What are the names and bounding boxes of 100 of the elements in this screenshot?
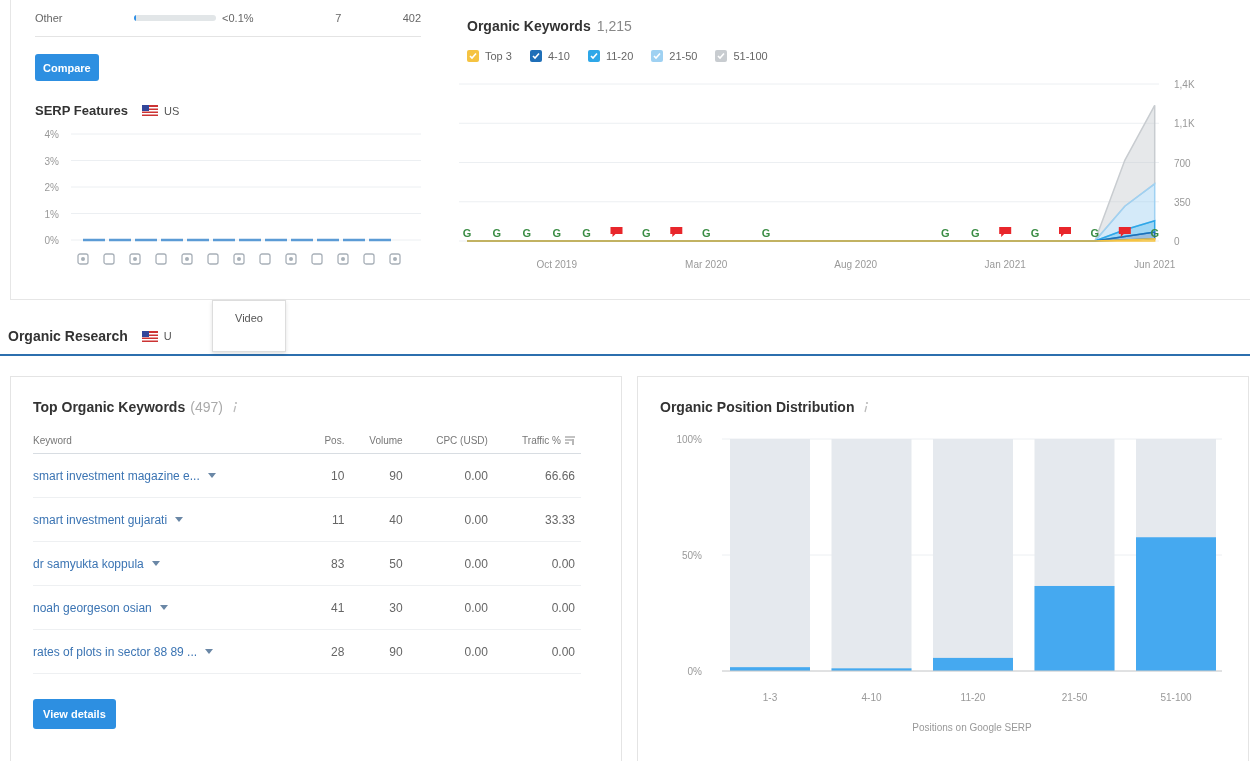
table-cell: 83 — [312, 541, 351, 586]
axis-label: 11-20 — [960, 692, 986, 703]
caret-icon[interactable] — [205, 649, 214, 654]
google-marker[interactable]: G — [492, 227, 502, 239]
note-icon[interactable] — [610, 227, 623, 237]
axis-label: 100% — [676, 434, 702, 445]
note-icon[interactable] — [670, 227, 683, 237]
note-icon[interactable] — [1118, 227, 1131, 237]
axis-label: 4-10 — [861, 692, 882, 703]
google-marker[interactable]: G — [941, 227, 950, 239]
card-title: Organic Position Distribution — [660, 399, 855, 415]
flag-icon — [141, 105, 158, 116]
google-marker[interactable]: G — [462, 227, 472, 239]
google-marker[interactable]: G — [582, 227, 591, 239]
keyword-link[interactable]: smart investment magazine e... — [33, 468, 200, 483]
axis-label: Mar 2020 — [685, 259, 728, 270]
google-marker[interactable]: G — [642, 227, 651, 239]
caret-icon[interactable] — [207, 473, 216, 478]
keyword-link[interactable]: dr samyukta koppula — [33, 556, 144, 571]
axis-label: Jun 2021 — [1134, 259, 1176, 270]
section-title: SERP Features — [35, 103, 128, 118]
google-marker[interactable]: G — [701, 227, 711, 239]
google-marker[interactable]: G — [1090, 227, 1100, 239]
count-value: 7 — [334, 12, 342, 24]
table-cell: 0.00 — [408, 497, 494, 542]
table-cell: 90 — [350, 629, 409, 674]
legend-checkbox[interactable] — [651, 50, 664, 62]
axis-label: 51-100 — [1160, 692, 1192, 703]
legend-label: Top 3 — [485, 50, 512, 62]
caret-icon[interactable] — [159, 605, 168, 610]
legend-checkbox[interactable] — [715, 50, 728, 62]
keyword-count: (497) — [190, 399, 223, 415]
axis-label: 0 — [1174, 236, 1180, 247]
column-header[interactable]: CPC (USD) — [436, 434, 488, 446]
axis-label: 50% — [682, 550, 702, 561]
keyword-link[interactable]: smart investment gujarati — [33, 512, 168, 527]
table-cell: 41 — [312, 585, 351, 630]
google-marker[interactable]: G — [552, 227, 561, 239]
table-cell: 0.00 — [493, 585, 581, 630]
legend-checkbox[interactable] — [587, 50, 600, 62]
google-marker[interactable]: G — [971, 227, 980, 239]
view-details-button[interactable]: View details — [33, 699, 116, 729]
legend-label: 4-10 — [547, 50, 570, 62]
axis-label: 1% — [44, 208, 59, 220]
google-marker[interactable]: G — [522, 227, 532, 239]
axis-label: 1,4K — [1174, 79, 1195, 90]
axis-label: 0% — [44, 235, 59, 246]
legend-label: 11-20 — [605, 50, 634, 62]
table-cell: 30 — [350, 585, 409, 630]
caret-icon[interactable] — [151, 561, 160, 566]
table-cell: 10 — [312, 453, 351, 498]
table-cell: 0.00 — [408, 585, 494, 630]
google-marker[interactable]: G — [1030, 227, 1040, 239]
sort-icon[interactable] — [565, 435, 575, 445]
table-cell: 0.00 — [408, 629, 494, 674]
table-cell: 66.66 — [493, 453, 581, 498]
compare-button[interactable]: Compare — [35, 54, 99, 81]
chart-title: Organic Keywords — [467, 18, 591, 34]
note-icon[interactable] — [1059, 227, 1071, 237]
section-title: Organic Research — [8, 328, 128, 344]
column-header[interactable]: Keyword — [33, 434, 72, 446]
axis-label: 1-3 — [762, 692, 778, 703]
table-cell: 28 — [312, 629, 351, 674]
column-header[interactable]: Pos. — [324, 434, 345, 446]
note-icon[interactable] — [999, 227, 1012, 237]
keyword-link[interactable]: rates of plots in sector 88 89 ... — [33, 644, 198, 659]
column-header[interactable]: Traffic % — [522, 434, 561, 446]
column-header[interactable]: Volume — [369, 434, 403, 446]
country-code: US — [163, 104, 180, 117]
info-icon[interactable] — [863, 401, 870, 413]
axis-label: 700 — [1174, 157, 1191, 169]
axis-label: 0% — [687, 666, 702, 677]
axis-label: Jan 2021 — [984, 259, 1026, 270]
legend-checkbox[interactable] — [529, 50, 542, 62]
keyword-link[interactable]: noah georgeson osian — [33, 600, 152, 615]
table-cell: 33.33 — [493, 497, 581, 542]
table-cell: 90 — [350, 453, 409, 498]
card-title: Top Organic Keywords — [33, 399, 186, 415]
total-value: 402 — [401, 12, 421, 24]
axis-label: 350 — [1174, 196, 1191, 208]
flag-icon — [141, 330, 158, 342]
axis-label: 3% — [44, 155, 59, 167]
legend-checkbox[interactable] — [467, 50, 479, 62]
share-value: <0.1% — [222, 12, 255, 24]
caret-icon[interactable] — [175, 517, 184, 522]
axis-label: Aug 2020 — [834, 259, 878, 270]
axis-label: 4% — [44, 129, 59, 140]
table-cell: 0.00 — [408, 541, 494, 586]
google-marker[interactable]: G — [761, 227, 771, 239]
table-cell: 40 — [350, 497, 409, 542]
axis-label: 1,1K — [1174, 118, 1195, 130]
legend-label: 51-100 — [733, 50, 768, 62]
table-cell: 0.00 — [493, 629, 581, 674]
table-cell: 0.00 — [493, 541, 581, 586]
table-cell: 0.00 — [408, 453, 494, 498]
axis-label: 2% — [44, 182, 59, 193]
country-code: U — [163, 330, 172, 342]
table-cell: 50 — [350, 541, 409, 586]
info-icon[interactable] — [231, 401, 238, 413]
legend-label: 21-50 — [669, 50, 698, 62]
